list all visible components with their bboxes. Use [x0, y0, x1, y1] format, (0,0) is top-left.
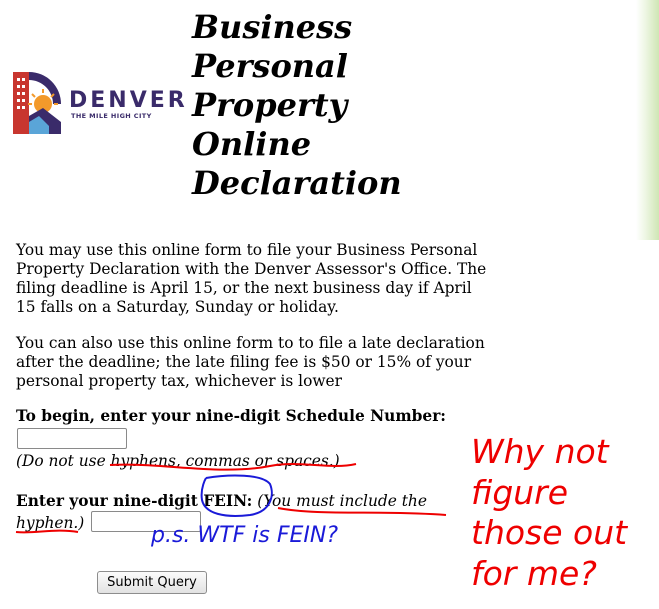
red-annotation-line: figure [471, 472, 569, 512]
red-annotation-line: for me? [471, 553, 597, 593]
logo-wordmark: DENVER [69, 88, 188, 113]
title-line: Declaration [192, 164, 402, 202]
schedule-number-input[interactable] [17, 428, 127, 449]
title-line: Property [192, 86, 348, 124]
title-line: Business [192, 8, 353, 46]
schedule-number-label: To begin, enter your nine-digit Schedule… [16, 407, 446, 425]
blue-annotation: p.s. WTF is FEIN? [151, 523, 338, 548]
title-line: Online [192, 125, 312, 163]
logo-tagline: THE MILE HIGH CITY [71, 112, 152, 120]
denver-logo: DENVER THE MILE HIGH CITY [13, 70, 185, 136]
denver-logo-mark [13, 72, 61, 134]
red-annotation: Why not figure those out for me? [471, 432, 651, 594]
page-edge-gradient [636, 0, 659, 240]
page-title: Business Personal Property Online Declar… [192, 8, 452, 203]
submit-query-button[interactable]: Submit Query [97, 571, 207, 594]
title-line: Personal [192, 47, 348, 85]
red-annotation-line: those out [471, 513, 628, 552]
schedule-number-note: (Do not use hyphens, commas or spaces.) [16, 452, 340, 470]
red-annotation-line: Why not [471, 432, 609, 471]
intro-paragraph-1: You may use this online form to file you… [16, 241, 487, 316]
intro-paragraph-2: You can also use this online form to to … [16, 334, 485, 390]
fein-label: Enter your nine-digit FEIN: [16, 492, 253, 510]
